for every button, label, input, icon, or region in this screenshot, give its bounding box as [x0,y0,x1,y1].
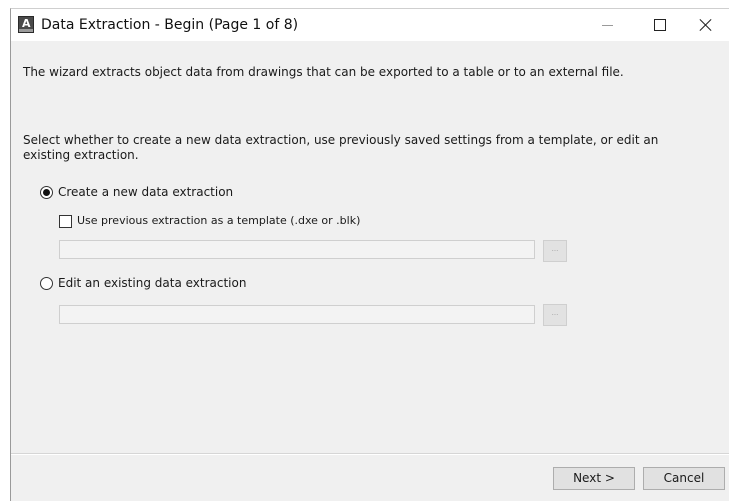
autocad-app-icon: A [18,16,34,33]
title-bar[interactable]: A Data Extraction - Begin (Page 1 of 8) [11,9,729,41]
create-new-radio[interactable] [40,186,53,199]
template-path-field[interactable] [59,240,535,259]
minimize-button[interactable] [585,9,631,41]
close-button[interactable] [683,9,729,41]
edit-existing-radio[interactable] [40,277,53,290]
maximize-button[interactable] [637,9,683,41]
instruction-text: Select whether to create a new data extr… [23,133,659,162]
intro-text: The wizard extracts object data from dra… [23,65,624,79]
minimize-icon [602,25,613,26]
data-extraction-dialog: A Data Extraction - Begin (Page 1 of 8) … [10,8,729,501]
next-button[interactable]: Next > [553,467,635,490]
maximize-icon [654,19,666,31]
cancel-button[interactable]: Cancel [643,467,725,490]
use-template-checkbox[interactable] [59,215,72,228]
create-new-label[interactable]: Create a new data extraction [58,185,233,199]
template-browse-button[interactable]: ... [543,240,567,262]
existing-extraction-path-field[interactable] [59,305,535,324]
footer-divider [11,453,729,455]
edit-existing-label[interactable]: Edit an existing data extraction [58,276,246,290]
window-title: Data Extraction - Begin (Page 1 of 8) [41,17,299,33]
use-template-label[interactable]: Use previous extraction as a template (.… [77,214,360,227]
close-icon [699,18,712,31]
existing-extraction-browse-button[interactable]: ... [543,304,567,326]
